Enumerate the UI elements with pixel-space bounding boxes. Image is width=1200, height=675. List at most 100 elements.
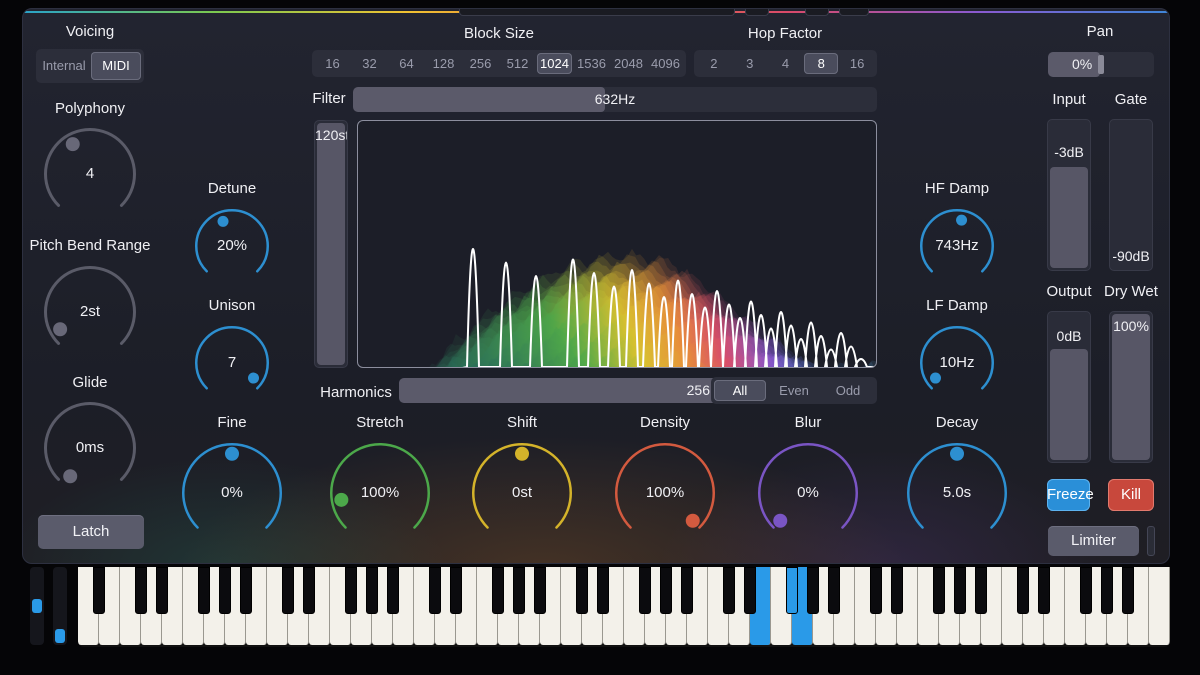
decay-knob[interactable]: 5.0s [906,442,1008,544]
black-key[interactable] [156,567,169,614]
block-size-option[interactable]: 64 [389,53,424,74]
input-gain-slider[interactable]: -3dB [1047,119,1091,271]
black-key[interactable] [387,567,400,614]
harmonics-slider[interactable]: 256 [399,378,722,403]
black-key[interactable] [744,567,757,614]
hop-factor-option[interactable]: 2 [697,53,731,74]
dry-wet-slider[interactable]: 100% [1109,311,1153,463]
stretch-knob[interactable]: 100% [329,442,431,544]
voicing-midi-option[interactable]: MIDI [91,52,141,80]
black-key[interactable] [282,567,295,614]
knob-indicator[interactable] [63,469,77,483]
hop-factor-option[interactable]: 4 [769,53,803,74]
black-key[interactable] [975,567,988,614]
black-key[interactable] [345,567,358,614]
black-key[interactable] [954,567,967,614]
knob-indicator[interactable] [66,137,80,151]
block-size-option[interactable]: 512 [500,53,535,74]
filter-slider[interactable]: 632Hz [353,87,877,112]
density-knob[interactable]: 100% [614,442,716,544]
black-key[interactable] [240,567,253,614]
freeze-button[interactable]: Freeze [1047,479,1090,511]
pan-slider[interactable]: 0% [1048,52,1154,77]
black-key[interactable] [723,567,736,614]
harmonics-option[interactable]: Even [768,380,820,401]
black-key[interactable] [807,567,820,614]
hop-factor-option[interactable]: 8 [804,53,838,74]
black-key[interactable] [1101,567,1114,614]
kill-button[interactable]: Kill [1108,479,1154,511]
blur-knob[interactable]: 0% [757,442,859,544]
black-key[interactable] [1017,567,1030,614]
harmonics-option[interactable]: All [714,380,766,401]
black-key[interactable] [93,567,106,614]
lf-damp-knob[interactable]: 10Hz [919,325,995,401]
black-key[interactable] [135,567,148,614]
harmonics-mode-selector[interactable]: All Even Odd [711,377,877,404]
block-size-selector[interactable]: 16 32 64 128 256 512 1024 1536 2048 4096 [312,50,686,77]
black-key[interactable] [450,567,463,614]
block-size-option[interactable]: 16 [315,53,350,74]
black-key[interactable] [597,567,610,614]
black-key[interactable] [1038,567,1051,614]
pitch-bend-knob[interactable]: 2st [43,265,137,359]
black-key[interactable] [219,567,232,614]
piano-keyboard[interactable] [78,567,1170,647]
unison-knob[interactable]: 7 [194,325,270,401]
detune-knob[interactable]: 20% [194,208,270,284]
black-key[interactable] [891,567,904,614]
output-gain-slider[interactable]: 0dB [1047,311,1091,463]
black-key[interactable] [513,567,526,614]
block-size-option[interactable]: 1024 [537,53,572,74]
black-key[interactable] [828,567,841,614]
black-key[interactable] [303,567,316,614]
block-size-option[interactable]: 1536 [574,53,609,74]
hop-factor-option[interactable]: 16 [840,53,874,74]
block-size-option[interactable]: 2048 [611,53,646,74]
black-key[interactable] [933,567,946,614]
knob-indicator[interactable] [773,514,787,528]
knob-indicator[interactable] [956,215,967,226]
block-size-option[interactable]: 4096 [648,53,683,74]
black-key[interactable] [681,567,694,614]
knob-indicator[interactable] [53,322,67,336]
knob-indicator[interactable] [515,447,529,461]
limiter-button[interactable]: Limiter [1048,526,1139,556]
black-key[interactable] [198,567,211,614]
black-key[interactable] [492,567,505,614]
shift-knob[interactable]: 0st [471,442,573,544]
black-key[interactable] [639,567,652,614]
voicing-selector[interactable]: Internal MIDI [36,49,144,83]
latch-button[interactable]: Latch [38,515,144,549]
knob-indicator[interactable] [950,447,964,461]
voicing-internal-option[interactable]: Internal [39,52,89,80]
pitch-wheel[interactable] [30,567,44,645]
mod-wheel-handle[interactable] [55,629,65,643]
block-size-option[interactable]: 256 [463,53,498,74]
pitch-wheel-handle[interactable] [32,599,42,613]
black-key[interactable] [534,567,547,614]
knob-indicator[interactable] [218,216,229,227]
knob-indicator[interactable] [686,514,700,528]
block-size-option[interactable]: 32 [352,53,387,74]
gate-slider[interactable]: -90dB [1109,119,1153,271]
white-key[interactable] [1149,567,1170,645]
glide-knob[interactable]: 0ms [43,401,137,495]
hop-factor-selector[interactable]: 2 3 4 8 16 [694,50,877,77]
block-size-option[interactable]: 128 [426,53,461,74]
pitch-range-slider[interactable]: 120st [314,120,348,368]
black-key[interactable] [660,567,673,614]
knob-indicator[interactable] [930,373,941,384]
polyphony-knob[interactable]: 4 [43,127,137,221]
black-key[interactable] [870,567,883,614]
knob-indicator[interactable] [225,447,239,461]
black-key[interactable] [366,567,379,614]
black-key[interactable] [786,567,799,614]
knob-indicator[interactable] [248,373,259,384]
fine-knob[interactable]: 0% [181,442,283,544]
black-key[interactable] [1122,567,1135,614]
harmonics-option[interactable]: Odd [822,380,874,401]
black-key[interactable] [576,567,589,614]
hf-damp-knob[interactable]: 743Hz [919,208,995,284]
mod-wheel[interactable] [53,567,67,645]
